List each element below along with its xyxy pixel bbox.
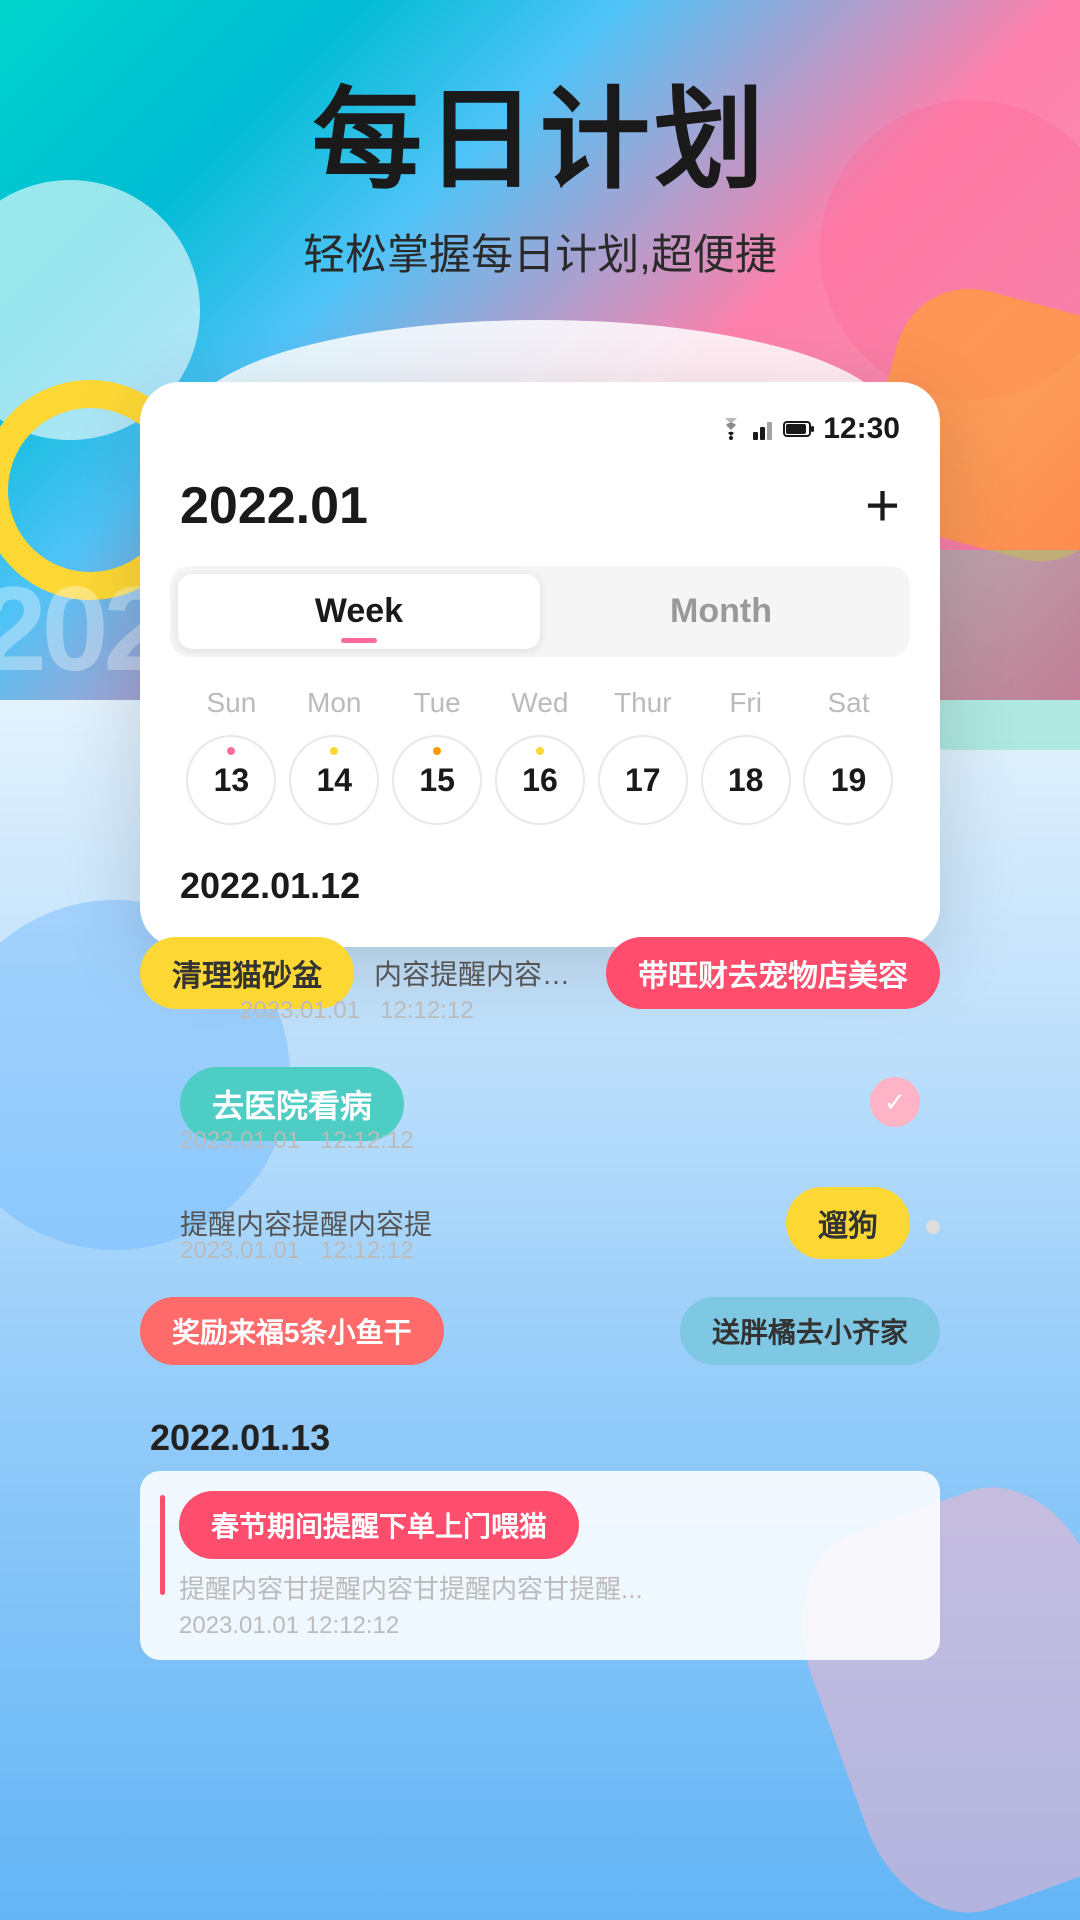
date-17[interactable]: 17 xyxy=(598,735,688,825)
calendar-card: 12:30 2022.01 + Week Month Sun Mon Tue W… xyxy=(140,382,940,947)
dot-16 xyxy=(536,747,544,755)
floating-tags-area: 清理猫砂盆 内容提醒内容提醒内 带旺财去宠物店美容 2023.01.01 12:… xyxy=(140,927,940,1387)
date-18[interactable]: 18 xyxy=(701,735,791,825)
task1-datetime: 2023.01.01 12:12:12 xyxy=(240,997,474,1025)
day-sat: Sat xyxy=(803,687,893,719)
tag-reward-fish[interactable]: 奖励来福5条小鱼干 xyxy=(140,1297,444,1365)
dot-15 xyxy=(433,747,441,755)
day-mon: Mon xyxy=(289,687,379,719)
section-date-label: 2022.01.12 xyxy=(170,845,910,917)
task-spring-festival: 春节期间提醒下单上门喂猫 提醒内容甘提醒内容甘提醒内容甘提醒... 2023.0… xyxy=(140,1471,940,1660)
task-spring-tag-row: 春节期间提醒下单上门喂猫 xyxy=(179,1491,920,1559)
task-spring-content: 春节期间提醒下单上门喂猫 提醒内容甘提醒内容甘提醒内容甘提醒... 2023.0… xyxy=(179,1491,920,1640)
section-0113: 2022.01.13 春节期间提醒下单上门喂猫 提醒内容甘提醒内容甘提醒内容甘提… xyxy=(140,1397,940,1670)
tab-month[interactable]: Month xyxy=(540,574,902,649)
battery-icon xyxy=(783,420,815,438)
section-0113-label: 2022.01.13 xyxy=(140,1417,940,1459)
tag-spring-main[interactable]: 春节期间提醒下单上门喂猫 xyxy=(179,1491,579,1559)
dot-14 xyxy=(330,747,338,755)
signal-icon xyxy=(753,418,775,440)
task-bar-red xyxy=(160,1495,165,1595)
date-16[interactable]: 16 xyxy=(495,735,585,825)
calendar-tabs: Week Month xyxy=(170,566,910,657)
date-14[interactable]: 14 xyxy=(289,735,379,825)
task-reminder-text: 内容提醒内容提醒内 xyxy=(374,953,586,993)
add-task-button[interactable]: + xyxy=(865,476,900,536)
tag-walk-dog[interactable]: 遛狗 xyxy=(786,1187,910,1259)
day-tue: Tue xyxy=(392,687,482,719)
status-icons: 12:30 xyxy=(717,412,900,446)
status-time: 12:30 xyxy=(823,412,900,446)
wifi-icon xyxy=(717,418,745,440)
calendar-current-date: 2022.01 xyxy=(180,476,368,536)
status-bar: 12:30 xyxy=(170,412,910,456)
task3-status-indicator xyxy=(926,1220,940,1234)
app-title: 每日计划 xyxy=(60,80,1020,201)
task-spring-datetime: 2023.01.01 12:12:12 xyxy=(179,1612,920,1640)
date-19[interactable]: 19 xyxy=(803,735,893,825)
calendar-header: 2022.01 + xyxy=(170,456,910,566)
date-15[interactable]: 15 xyxy=(392,735,482,825)
task2-check[interactable]: ✓ xyxy=(870,1077,920,1127)
header-section: 每日计划 轻松掌握每日计划,超便捷 xyxy=(0,0,1080,322)
dates-row: 13 14 15 16 17 18 19 xyxy=(170,735,910,825)
day-sun: Sun xyxy=(186,687,276,719)
task2-datetime: 2023.01.01 12:12:12 xyxy=(180,1127,414,1155)
tab-week[interactable]: Week xyxy=(178,574,540,649)
day-thur: Thur xyxy=(598,687,688,719)
tag-pet-beauty[interactable]: 带旺财去宠物店美容 xyxy=(606,937,940,1009)
days-of-week-header: Sun Mon Tue Wed Thur Fri Sat xyxy=(170,687,910,719)
task3-datetime: 2023.01.01 12:12:12 xyxy=(180,1237,414,1265)
day-fri: Fri xyxy=(701,687,791,719)
tag-send-cat[interactable]: 送胖橘去小齐家 xyxy=(680,1297,940,1365)
dot-13 xyxy=(227,747,235,755)
app-subtitle: 轻松掌握每日计划,超便捷 xyxy=(60,221,1020,282)
date-13[interactable]: 13 xyxy=(186,735,276,825)
task-spring-subtitle: 提醒内容甘提醒内容甘提醒内容甘提醒... xyxy=(179,1569,920,1606)
day-wed: Wed xyxy=(495,687,585,719)
